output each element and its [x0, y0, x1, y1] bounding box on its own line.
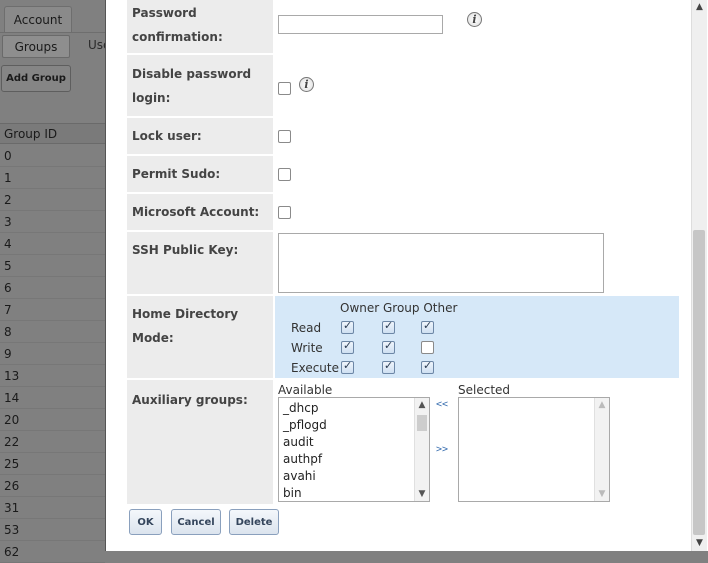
- add-group-button[interactable]: Add Group: [1, 65, 71, 92]
- available-groups-scrollbar[interactable]: ▲ ▼: [414, 398, 429, 501]
- microsoft-account-checkbox[interactable]: [278, 206, 291, 219]
- available-groups-label: Available: [278, 383, 333, 397]
- tabbar-divider: [0, 32, 105, 33]
- cancel-button[interactable]: Cancel: [171, 509, 221, 535]
- password-confirmation-label: Password confirmation:: [127, 0, 273, 53]
- scroll-down-icon[interactable]: ▼: [595, 489, 609, 499]
- permission-row-write-label: Write: [291, 341, 323, 355]
- group-table-row[interactable]: 20: [0, 409, 105, 431]
- group-table-row[interactable]: 25: [0, 453, 105, 475]
- group-table-row[interactable]: 22: [0, 431, 105, 453]
- group-table-row[interactable]: 62: [0, 541, 105, 563]
- scroll-down-icon[interactable]: ▼: [692, 536, 707, 550]
- group-table-row[interactable]: 0: [0, 145, 105, 167]
- permission-write-group-checkbox[interactable]: [382, 339, 395, 354]
- home-directory-mode-label: Home Directory Mode:: [127, 296, 273, 378]
- group-table-row[interactable]: 31: [0, 497, 105, 519]
- group-table-row[interactable]: 8: [0, 321, 105, 343]
- disable-password-login-label: Disable password login:: [127, 55, 273, 116]
- disable-password-login-info-icon[interactable]: i: [299, 77, 314, 92]
- lock-user-checkbox[interactable]: [278, 130, 291, 143]
- permission-execute-owner-checkbox[interactable]: [341, 359, 354, 374]
- available-group-item[interactable]: authpf: [283, 452, 322, 466]
- auxiliary-groups-label: Auxiliary groups:: [127, 380, 273, 504]
- dialog-scroll-thumb[interactable]: [693, 230, 705, 535]
- available-group-item[interactable]: bin: [283, 486, 302, 500]
- permission-row-read-label: Read: [291, 321, 322, 335]
- password-confirmation-field[interactable]: [278, 15, 443, 34]
- move-to-available-button[interactable]: <<: [436, 399, 448, 410]
- permission-write-other-checkbox[interactable]: [421, 341, 434, 354]
- permission-read-group-checkbox[interactable]: [382, 319, 395, 334]
- group-table-row[interactable]: 1: [0, 167, 105, 189]
- disable-password-login-checkbox[interactable]: [278, 82, 291, 95]
- password-confirmation-info-icon[interactable]: i: [467, 12, 482, 27]
- lock-user-label: Lock user:: [127, 118, 273, 154]
- scroll-up-icon[interactable]: ▲: [692, 0, 707, 14]
- microsoft-account-label: Microsoft Account:: [127, 194, 273, 230]
- available-group-item[interactable]: _pflogd: [283, 418, 327, 432]
- group-table-row[interactable]: 2: [0, 189, 105, 211]
- permit-sudo-checkbox[interactable]: [278, 168, 291, 181]
- permission-read-owner-checkbox[interactable]: [341, 319, 354, 334]
- ok-button[interactable]: OK: [129, 509, 162, 535]
- selected-groups-scrollbar[interactable]: ▲ ▼: [594, 398, 609, 501]
- selected-groups-label: Selected: [458, 383, 511, 397]
- scroll-up-icon[interactable]: ▲: [415, 400, 429, 410]
- delete-button[interactable]: Delete: [229, 509, 279, 535]
- group-table-row[interactable]: 4: [0, 233, 105, 255]
- dialog-scrollbar[interactable]: ▲ ▼: [691, 0, 707, 551]
- permit-sudo-label: Permit Sudo:: [127, 156, 273, 192]
- selected-groups-listbox[interactable]: ▲ ▼: [458, 397, 610, 502]
- permission-execute-group-checkbox[interactable]: [382, 359, 395, 374]
- subtab-groups[interactable]: Groups: [2, 35, 70, 58]
- group-table-row[interactable]: 14: [0, 387, 105, 409]
- available-group-item[interactable]: _dhcp: [283, 401, 318, 415]
- permission-write-owner-checkbox[interactable]: [341, 339, 354, 354]
- ssh-public-key-textarea[interactable]: [278, 233, 604, 293]
- available-group-item[interactable]: audit: [283, 435, 314, 449]
- move-to-selected-button[interactable]: >>: [436, 444, 448, 455]
- permissions-header: Owner Group Other: [340, 301, 458, 315]
- available-groups-listbox[interactable]: _dhcp _pflogdaudit authpf avahi bin ▲ ▼: [278, 397, 430, 502]
- permission-row-execute-label: Execute: [291, 361, 339, 375]
- group-table-row[interactable]: 3: [0, 211, 105, 233]
- group-table-row[interactable]: 6: [0, 277, 105, 299]
- group-table-row[interactable]: 5: [0, 255, 105, 277]
- ssh-public-key-label: SSH Public Key:: [127, 232, 273, 294]
- scroll-up-icon[interactable]: ▲: [595, 400, 609, 410]
- group-table-row[interactable]: 53: [0, 519, 105, 541]
- tab-account[interactable]: Account: [4, 6, 72, 33]
- group-table-row[interactable]: 26: [0, 475, 105, 497]
- permission-read-other-checkbox[interactable]: [421, 319, 434, 334]
- group-table-row[interactable]: 9: [0, 343, 105, 365]
- scroll-down-icon[interactable]: ▼: [415, 489, 429, 499]
- scroll-thumb[interactable]: [417, 415, 427, 431]
- available-group-item[interactable]: avahi: [283, 469, 316, 483]
- group-table-row[interactable]: 7: [0, 299, 105, 321]
- group-table-row[interactable]: 13: [0, 365, 105, 387]
- group-id-column-header[interactable]: Group ID: [0, 123, 105, 144]
- permission-execute-other-checkbox[interactable]: [421, 359, 434, 374]
